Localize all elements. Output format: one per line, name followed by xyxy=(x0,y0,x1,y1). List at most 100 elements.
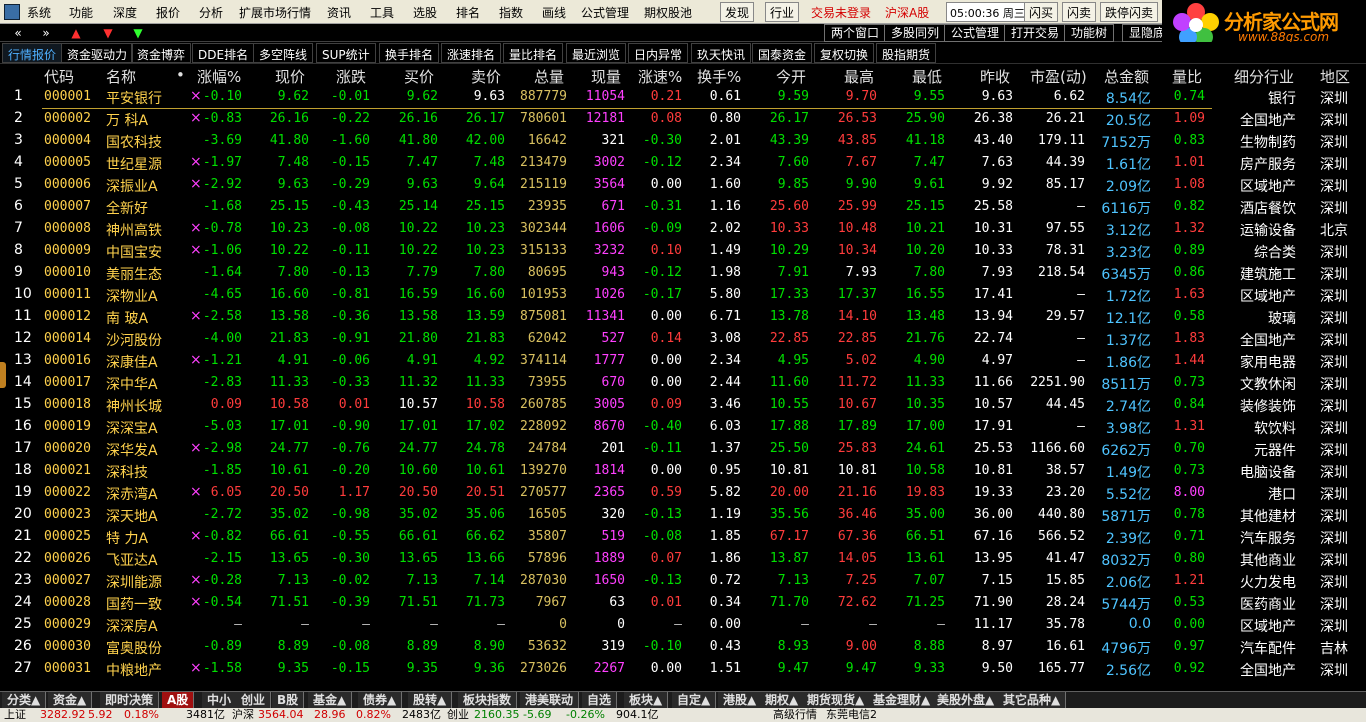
flash-buy-button[interactable]: 闪买 xyxy=(1024,2,1059,22)
table-row[interactable]: 27 000031 中粮地产 × -1.58 9.35 -0.15 9.35 9.36 27302… xyxy=(0,658,1366,680)
bottom-tab[interactable]: 美股外盘▲ xyxy=(932,692,1001,709)
bottom-tab[interactable]: A股 xyxy=(162,692,195,709)
menu-stock-picker[interactable]: 选股 xyxy=(413,4,437,21)
table-row[interactable]: 25 000029 深深房A — — — — — 0 0 — 0.00 — — — 11.17 35.78 0.0… xyxy=(0,614,1366,636)
col-region[interactable]: 地区 xyxy=(1320,66,1350,87)
col-ask[interactable]: 卖价 xyxy=(471,66,501,87)
multi-stock-column-button[interactable]: 多股同列 xyxy=(884,24,947,42)
tab-fund-drive[interactable]: 资金驱动力 xyxy=(61,43,134,63)
bottom-tab[interactable]: 债券▲ xyxy=(358,692,403,709)
table-row[interactable]: 14 000017 深中华A -2.83 11.33 -0.33 11.32 11.33 739… xyxy=(0,372,1366,394)
formula-manage-button[interactable]: 公式管理 xyxy=(944,24,1007,42)
tab-speed-rank[interactable]: 涨速排名 xyxy=(441,43,502,63)
sort-up-icon[interactable]: ▲ xyxy=(64,26,88,40)
side-panel-handle[interactable] xyxy=(0,362,6,388)
menu-ranking[interactable]: 排名 xyxy=(456,4,480,21)
col-volume-ratio[interactable]: 量比 xyxy=(1172,66,1202,87)
tab-fund-game[interactable]: 资金博弈 xyxy=(131,43,192,63)
menu-quote[interactable]: 报价 xyxy=(156,4,180,21)
bottom-tab[interactable]: 港股▲ xyxy=(718,692,763,709)
nav-next-icon[interactable]: » xyxy=(34,26,58,40)
bottom-tab[interactable]: 分类▲ xyxy=(2,692,47,709)
table-row[interactable]: 16 000019 深深宝A -5.03 17.01 -0.90 17.01 17.02 228… xyxy=(0,416,1366,438)
table-row[interactable]: 13 000016 深康佳A × -1.21 4.91 -0.06 4.91 4.92 37411… xyxy=(0,350,1366,372)
menu-drawing[interactable]: 画线 xyxy=(542,4,566,21)
table-row[interactable]: 22 000026 飞亚达A -2.15 13.65 -0.30 13.65 13.66 578… xyxy=(0,548,1366,570)
table-row[interactable]: 12 000014 沙河股份 -4.00 21.83 -0.91 21.80 21.83 620… xyxy=(0,328,1366,350)
col-pe[interactable]: 市盈(动) xyxy=(1030,66,1087,87)
table-row[interactable]: 21 000025 特 力A × -0.82 66.61 -0.55 66.61 66.62 35… xyxy=(0,526,1366,548)
tab-recent[interactable]: 最近浏览 xyxy=(566,43,627,63)
table-row[interactable]: 20 000023 深天地A -2.72 35.02 -0.98 35.02 35.06 165… xyxy=(0,504,1366,526)
bottom-tab[interactable]: 板块▲ xyxy=(624,692,669,709)
table-row[interactable]: 6 000007 全新好 -1.68 25.15 -0.43 25.14 25.15 23935… xyxy=(0,196,1366,218)
col-amount[interactable]: 总金额 xyxy=(1104,66,1149,87)
bottom-tab[interactable]: 基金理财▲ xyxy=(868,692,937,709)
menu-index[interactable]: 指数 xyxy=(499,4,523,21)
tab-dde-rank[interactable]: DDE排名 xyxy=(192,43,255,63)
system-menu-icon[interactable] xyxy=(4,4,20,20)
menu-news[interactable]: 资讯 xyxy=(327,4,351,21)
col-prev-close[interactable]: 昨收 xyxy=(980,66,1010,87)
col-change[interactable]: 涨跌 xyxy=(336,66,366,87)
menu-analysis[interactable]: 分析 xyxy=(199,4,223,21)
col-code[interactable]: 代码 xyxy=(44,66,74,87)
tab-intraday-anomaly[interactable]: 日内异常 xyxy=(628,43,689,63)
bottom-tab[interactable]: 港美联动 xyxy=(520,692,580,709)
col-low[interactable]: 最低 xyxy=(912,66,942,87)
col-change-pct[interactable]: 涨幅% xyxy=(197,66,241,87)
bottom-tab[interactable]: 其它品种▲ xyxy=(998,692,1067,709)
sort-down-icon[interactable]: ▼ xyxy=(96,26,120,40)
limit-down-sell-button[interactable]: 跌停闪卖 xyxy=(1100,2,1159,22)
tab-adjust-switch[interactable]: 复权切换 xyxy=(814,43,875,63)
bottom-tab[interactable]: 股转▲ xyxy=(408,692,453,709)
bottom-tab[interactable]: 板块指数 xyxy=(458,692,518,709)
menu-function[interactable]: 功能 xyxy=(69,4,93,21)
col-volume[interactable]: 总量 xyxy=(534,66,564,87)
menu-extended-market[interactable]: 扩展市场行情 xyxy=(239,4,311,21)
table-row[interactable]: 10 000011 深物业A -4.65 16.60 -0.81 16.59 16.60 101… xyxy=(0,284,1366,306)
table-row[interactable]: 11 000012 南 玻A × -2.58 13.58 -0.36 13.58 13.59 87… xyxy=(0,306,1366,328)
col-marker[interactable]: • xyxy=(176,66,185,84)
table-row[interactable]: 4 000005 世纪星源 × -1.97 7.48 -0.15 7.47 7.48 213479… xyxy=(0,152,1366,174)
bottom-tab[interactable]: 基金▲ xyxy=(308,692,353,709)
tab-volume-ratio-rank[interactable]: 量比排名 xyxy=(503,43,564,63)
table-row[interactable]: 5 000006 深振业A × -2.92 9.63 -0.29 9.63 9.64 215119… xyxy=(0,174,1366,196)
menu-options-pool[interactable]: 期权股池 xyxy=(644,4,692,21)
table-row[interactable]: 19 000022 深赤湾A × 6.05 20.50 1.17 20.50 20.51 2705… xyxy=(0,482,1366,504)
bottom-tab[interactable]: 创业 xyxy=(236,692,272,709)
flash-sell-button[interactable]: 闪卖 xyxy=(1062,2,1097,22)
trade-login-status[interactable]: 交易未登录 xyxy=(811,4,871,21)
col-turnover[interactable]: 换手% xyxy=(697,66,741,87)
tab-quote[interactable]: 行情报价 xyxy=(2,43,63,63)
discover-button[interactable]: 发现 xyxy=(720,2,755,22)
col-speed[interactable]: 涨速% xyxy=(638,66,682,87)
menu-tools[interactable]: 工具 xyxy=(370,4,394,21)
col-name[interactable]: 名称 xyxy=(106,66,136,87)
bottom-tab[interactable]: 自定▲ xyxy=(672,692,717,709)
col-current-volume[interactable]: 现量 xyxy=(591,66,621,87)
open-trade-button[interactable]: 打开交易 xyxy=(1004,24,1067,42)
menu-formula-manage[interactable]: 公式管理 xyxy=(581,4,629,21)
tab-long-short[interactable]: 多空阵线 xyxy=(253,43,314,63)
col-bid[interactable]: 买价 xyxy=(404,66,434,87)
table-row[interactable]: 26 000030 富奥股份 -0.89 8.89 -0.08 8.89 8.90 53632 3… xyxy=(0,636,1366,658)
bottom-tab[interactable]: 期货现货▲ xyxy=(802,692,871,709)
col-high[interactable]: 最高 xyxy=(844,66,874,87)
table-row[interactable]: 23 000027 深圳能源 × -0.28 7.13 -0.02 7.13 7.14 28703… xyxy=(0,570,1366,592)
bottom-tab[interactable]: 即时决策 xyxy=(100,692,160,709)
bottom-tab[interactable]: 资金▲ xyxy=(48,692,93,709)
menu-system[interactable]: 系统 xyxy=(27,4,51,21)
nav-prev-icon[interactable]: « xyxy=(6,26,30,40)
page-down-icon[interactable]: ▼ xyxy=(126,26,150,40)
table-row[interactable]: 8 000009 中国宝安 × -1.06 10.22 -0.11 10.22 10.23 315… xyxy=(0,240,1366,262)
two-windows-button[interactable]: 两个窗口 xyxy=(824,24,887,42)
table-row[interactable]: 3 000004 国农科技 -3.69 41.80 -1.60 41.80 42.00 1664… xyxy=(0,130,1366,152)
col-industry[interactable]: 细分行业 xyxy=(1234,66,1294,87)
table-row[interactable]: 24 000028 国药一致 × -0.54 71.51 -0.39 71.51 71.73 79… xyxy=(0,592,1366,614)
bottom-tab[interactable]: 中小 xyxy=(202,692,238,709)
table-row[interactable]: 15 000018 神州长城 0.09 10.58 0.01 10.57 10.58 26078… xyxy=(0,394,1366,416)
function-tree-button[interactable]: 功能树 xyxy=(1064,24,1115,42)
table-row[interactable]: 7 000008 神州高铁 × -0.78 10.23 -0.08 10.22 10.23 302… xyxy=(0,218,1366,240)
table-row[interactable]: 18 000021 深科技 -1.85 10.61 -0.20 10.60 10.61 1392… xyxy=(0,460,1366,482)
